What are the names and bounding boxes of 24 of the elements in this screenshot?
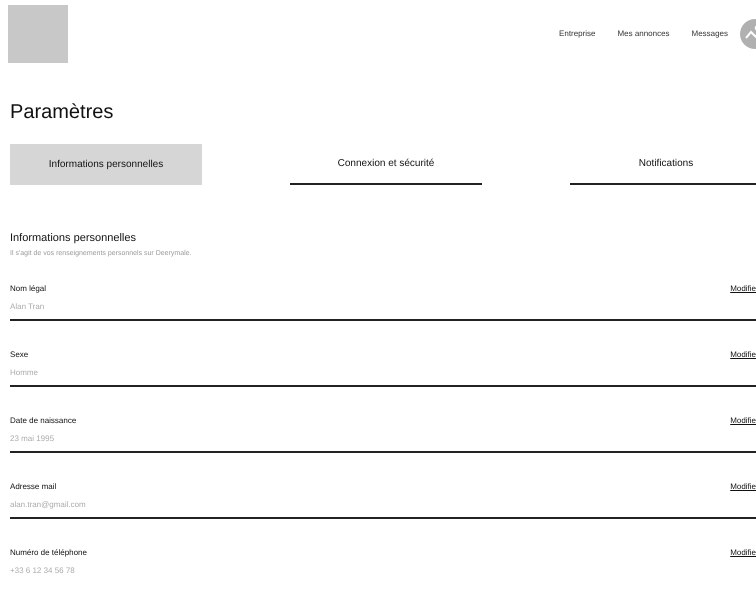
field-label: Nom légal [10,283,46,295]
edit-link[interactable]: Modifie [730,349,756,361]
edit-link[interactable]: Modifie [730,547,756,559]
tab[interactable]: Informations personnelles [10,144,202,185]
field-label: Sexe [10,349,30,361]
section-heading: Informations personnelles [10,231,137,246]
field-value: Alan Tran [10,301,46,313]
tab[interactable]: Notifications [570,144,756,185]
field-label: Date de naissance [10,415,76,427]
page-title: Paramètres [10,102,114,122]
edit-link[interactable]: Modifie [730,415,756,427]
edit-link[interactable]: Modifie [730,283,756,295]
tab[interactable]: Connexion et sécurité [290,144,482,185]
field-value: 23 mai 1995 [10,433,56,445]
field-value: alan.tran@gmail.com [10,499,86,511]
field-label: Numéro de téléphone [10,547,87,559]
field-value: Homme [10,367,38,379]
nav-link[interactable]: Entreprise [559,28,596,40]
edit-link[interactable]: Modifie [730,481,756,493]
nav-link[interactable]: Mes annonces [618,28,670,40]
field-label: Adresse mail [10,481,58,493]
nav-link[interactable]: Messages [692,28,728,40]
logo-placeholder [8,5,68,63]
field-value: +33 6 12 34 56 78 [10,565,76,577]
